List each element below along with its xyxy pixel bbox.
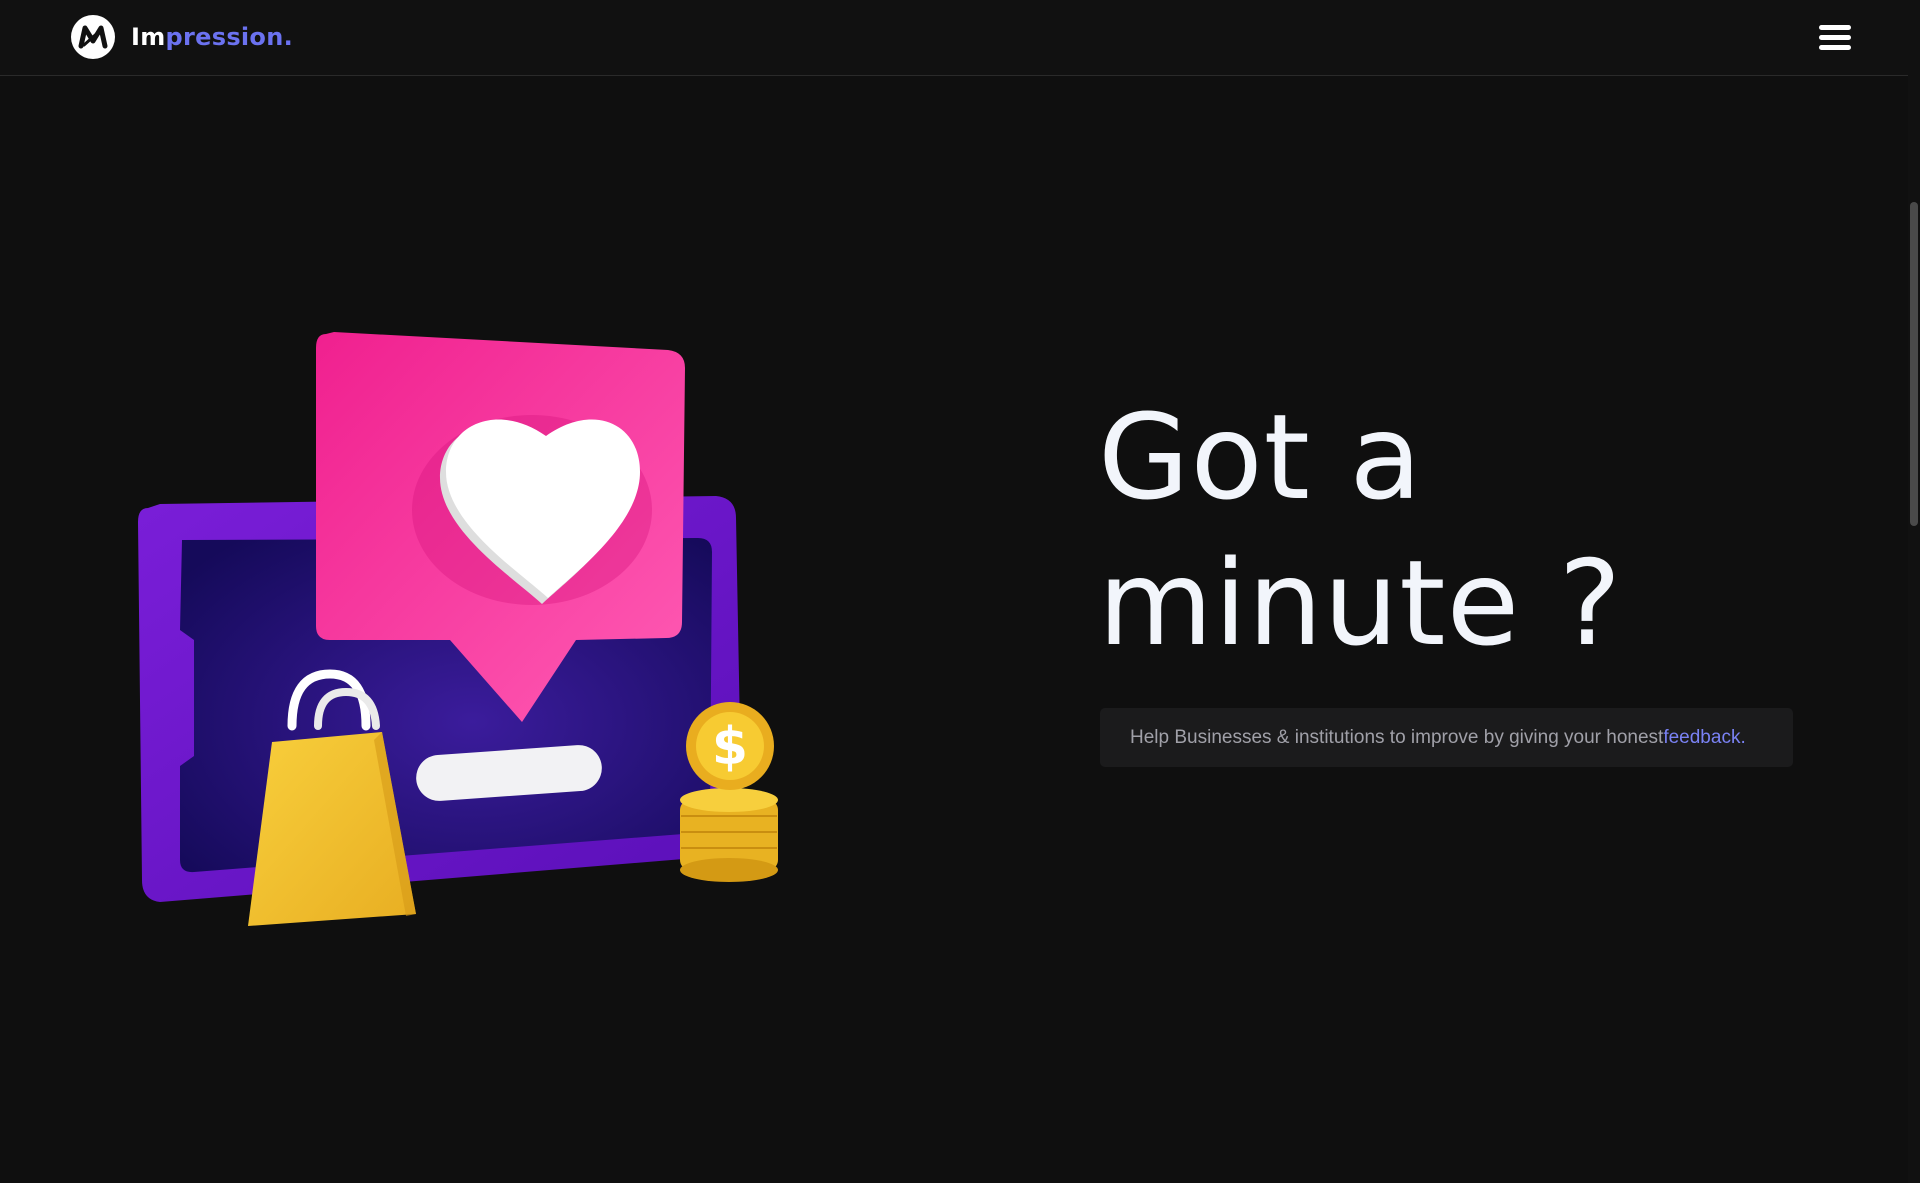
menu-bar-line	[1819, 45, 1851, 50]
coin-stack-icon: $	[680, 702, 778, 882]
feedback-link[interactable]: feedback.	[1663, 727, 1745, 748]
tagline-box: Help Businesses & institutions to improv…	[1100, 708, 1793, 767]
headline-line-1: Got a	[1098, 388, 1423, 526]
scrollbar-track[interactable]	[1908, 0, 1920, 1183]
headline-line-2: minute ?	[1098, 534, 1623, 672]
impression-logo-icon[interactable]	[71, 15, 115, 59]
top-navbar: Impression.	[0, 0, 1908, 76]
svg-text:$: $	[712, 717, 748, 777]
menu-bar-line	[1819, 35, 1851, 40]
brand-suffix: pression.	[165, 23, 294, 51]
scrollbar-thumb[interactable]	[1910, 202, 1918, 526]
hamburger-menu-icon[interactable]	[1816, 20, 1854, 54]
menu-bar-line	[1819, 25, 1851, 30]
hero-headline: Got a minute ?	[1098, 384, 1622, 676]
brand-prefix: Im	[131, 23, 166, 51]
tagline: Help Businesses & institutions to improv…	[1130, 708, 1746, 767]
brand-name[interactable]: Impression.	[131, 20, 293, 54]
tagline-text: Help Businesses & institutions to improv…	[1130, 727, 1664, 748]
feedback-illustration-icon: $	[120, 310, 820, 950]
